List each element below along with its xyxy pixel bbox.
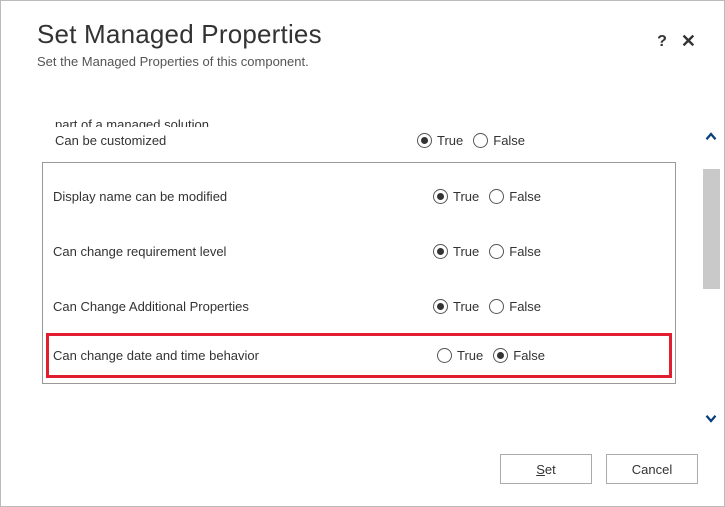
dialog-title: Set Managed Properties [37, 19, 692, 50]
radio-circle-icon [433, 244, 448, 259]
header-actions: ? ✕ [657, 31, 696, 52]
radio-circle-icon [489, 299, 504, 314]
property-label: Can change date and time behavior [47, 348, 437, 363]
radio-circle-icon [493, 348, 508, 363]
radio-label: False [509, 244, 541, 259]
dialog-subtitle: Set the Managed Properties of this compo… [37, 54, 692, 69]
dialog-footer: Set Cancel [1, 440, 724, 506]
radio-label: True [453, 299, 479, 314]
set-button-accel: S [536, 462, 545, 477]
change-requirement-level-radio-false[interactable]: False [489, 244, 541, 259]
cancel-button[interactable]: Cancel [606, 454, 698, 484]
property-label: Display name can be modified [43, 189, 433, 204]
radio-circle-icon [433, 189, 448, 204]
property-radios: True False [433, 299, 541, 314]
scroll-thumb[interactable] [703, 169, 720, 289]
property-label: Can Change Additional Properties [43, 299, 433, 314]
property-row-change-additional-props: Can Change Additional Properties True Fals… [43, 279, 675, 334]
radio-label: False [513, 348, 545, 363]
radio-label: True [457, 348, 483, 363]
properties-list: Can be customizedTrueFalseDisplay name c… [37, 127, 676, 384]
radio-label: False [509, 299, 541, 314]
property-row-display-name-modified: Display name can be modified True False [43, 169, 675, 224]
display-name-modified-radio-true[interactable]: True [433, 189, 479, 204]
property-radios: True False [417, 133, 525, 148]
property-label: Can be customized [37, 133, 417, 148]
property-radios: True False [433, 244, 541, 259]
scroll-down-icon[interactable] [698, 402, 724, 434]
radio-label: True [453, 189, 479, 204]
radio-circle-icon [433, 299, 448, 314]
scrollbar[interactable] [698, 121, 724, 434]
radio-circle-icon [489, 189, 504, 204]
help-icon[interactable]: ? [657, 33, 667, 51]
scroll-up-icon[interactable] [698, 121, 724, 153]
change-date-time-behavior-radio-false[interactable]: False [493, 348, 545, 363]
boxed-properties: Display name can be modifiedTrueFalseCan… [42, 162, 676, 384]
radio-circle-icon [437, 348, 452, 363]
property-row-change-requirement-level: Can change requirement level True False [43, 224, 675, 279]
radio-label: True [437, 133, 463, 148]
can-be-customized-radio-true[interactable]: True [417, 133, 463, 148]
close-icon[interactable]: ✕ [681, 31, 696, 52]
radio-label: False [493, 133, 525, 148]
radio-circle-icon [473, 133, 488, 148]
property-radios: True False [437, 348, 545, 363]
property-row-can-be-customized: Can be customized True False [37, 127, 676, 154]
cutoff-text: part of a managed solution. [55, 117, 676, 127]
can-be-customized-radio-false[interactable]: False [473, 133, 525, 148]
radio-circle-icon [489, 244, 504, 259]
radio-label: False [509, 189, 541, 204]
dialog-header: Set Managed Properties Set the Managed P… [1, 1, 724, 75]
set-button[interactable]: Set [500, 454, 592, 484]
radio-circle-icon [417, 133, 432, 148]
content-area: part of a managed solution. Can be custo… [37, 121, 676, 424]
set-button-rest: et [545, 462, 556, 477]
change-additional-props-radio-true[interactable]: True [433, 299, 479, 314]
change-requirement-level-radio-true[interactable]: True [433, 244, 479, 259]
display-name-modified-radio-false[interactable]: False [489, 189, 541, 204]
radio-label: True [453, 244, 479, 259]
property-row-change-date-time-behavior: Can change date and time behavior True Fal… [47, 334, 671, 377]
change-date-time-behavior-radio-true[interactable]: True [437, 348, 483, 363]
change-additional-props-radio-false[interactable]: False [489, 299, 541, 314]
property-radios: True False [433, 189, 541, 204]
property-label: Can change requirement level [43, 244, 433, 259]
